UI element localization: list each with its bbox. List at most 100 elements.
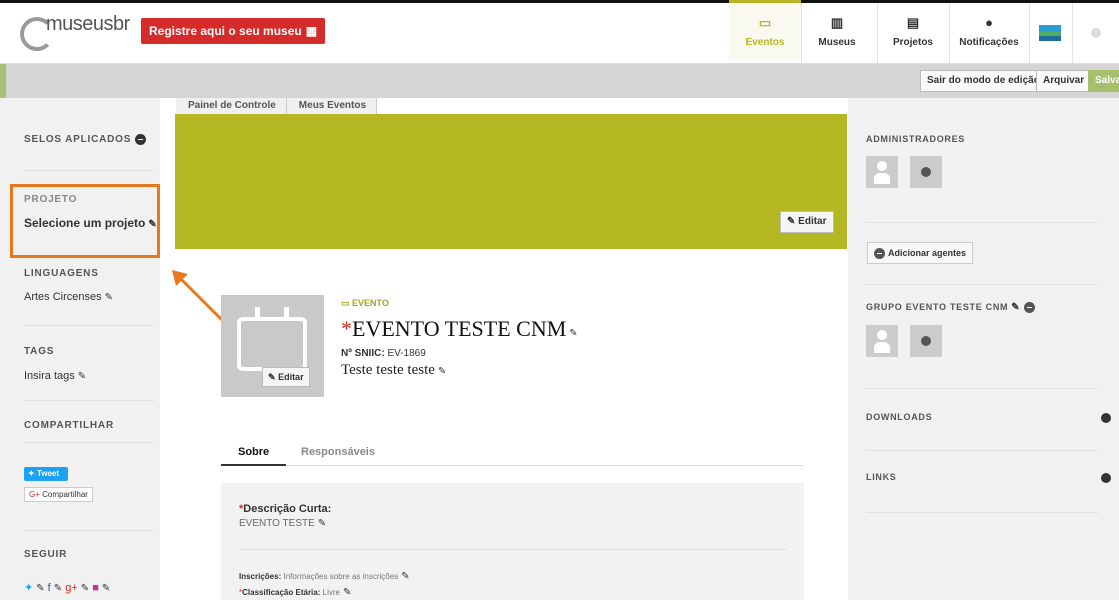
- divider: [866, 450, 1098, 451]
- breadcrumb-item[interactable]: Painel de Controle: [176, 98, 287, 114]
- add-group-member-button[interactable]: [910, 325, 942, 357]
- group-heading: GRUPO EVENTO TESTE CNM ✎: [866, 302, 1036, 314]
- edit-icon: ✎: [437, 366, 447, 377]
- tab-bar: Sobre Responsáveis: [221, 446, 804, 466]
- divider: [866, 388, 1098, 389]
- building-icon: ▦: [305, 24, 318, 38]
- facebook-icon[interactable]: f: [48, 582, 51, 594]
- register-museum-label: Registre aqui o seu museu: [149, 24, 302, 38]
- instagram-icon[interactable]: ■: [92, 582, 99, 594]
- divider: [24, 325, 154, 326]
- divider: [24, 400, 154, 401]
- nav-divider: [1029, 3, 1030, 63]
- administrators-heading: ADMINISTRADORES: [866, 134, 966, 144]
- nav-notificacoes-label: Notificações: [959, 37, 1019, 48]
- edit-icon[interactable]: ✎: [36, 583, 44, 594]
- right-sidebar: ADMINISTRADORES Adicionar agentes GRUPO …: [848, 98, 1119, 600]
- edit-avatar-button[interactable]: ✎ Editar: [262, 367, 310, 387]
- language-flag-icon[interactable]: [1039, 25, 1061, 41]
- highlight-box: [10, 184, 160, 258]
- exit-edit-mode-button[interactable]: Sair do modo de edição: [920, 70, 1047, 92]
- divider: [866, 512, 1098, 513]
- downloads-remove-icon[interactable]: [1101, 413, 1111, 423]
- page-title-text: EVENTO TESTE CNM: [352, 316, 567, 341]
- register-museum-button[interactable]: Registre aqui o seu museu ▦: [141, 18, 326, 44]
- edit-mode-bar: Sair do modo de edição Arquivar Salvar: [0, 64, 1119, 98]
- age-rating-field[interactable]: *Classificação Etária: Livre ✎: [239, 587, 351, 598]
- calendar-icon: ▭: [341, 298, 350, 308]
- admin-avatar[interactable]: [866, 156, 898, 188]
- registrations-field[interactable]: Inscrições: Informações sobre as inscriç…: [239, 571, 410, 582]
- archive-button[interactable]: Arquivar: [1036, 70, 1092, 92]
- edit-icon: ✎: [317, 518, 327, 529]
- registrations-label: Inscrições:: [239, 572, 282, 581]
- languages-field[interactable]: Artes Circenses ✎: [24, 291, 113, 303]
- divider: [866, 222, 1098, 223]
- languages-value: Artes Circenses: [24, 291, 102, 303]
- add-agents-label: Adicionar agentes: [888, 248, 967, 258]
- edit-icon: ✎: [104, 292, 114, 303]
- breadcrumb-item[interactable]: Meus Eventos: [286, 98, 378, 114]
- edit-cover-button[interactable]: ✎ Editar: [780, 211, 834, 233]
- registrations-value: Informações sobre as inscrições: [283, 572, 399, 581]
- twitter-icon[interactable]: ✦: [24, 582, 33, 594]
- divider: [239, 549, 786, 550]
- subtitle-text: Teste teste teste: [341, 362, 435, 378]
- divider: [24, 442, 154, 443]
- short-description-field[interactable]: EVENTO TESTE ✎: [239, 518, 326, 529]
- gplus-share-button[interactable]: G+ Compartilhar: [24, 487, 93, 502]
- nav-museus-label: Museus: [818, 37, 856, 48]
- calendar-icon: ▭: [758, 15, 772, 30]
- seals-heading-label: SELOS APLICADOS: [24, 134, 132, 146]
- group-member-avatar[interactable]: [866, 325, 898, 357]
- short-description-label: *Descrição Curta:: [239, 503, 331, 515]
- nav-projetos[interactable]: ▤ Projetos: [877, 3, 949, 63]
- tweet-button[interactable]: ✦ Tweet: [24, 467, 68, 481]
- edit-icon: ✎: [268, 372, 276, 382]
- follow-heading: SEGUIR: [24, 549, 68, 560]
- entity-type-label: EVENTO: [352, 298, 389, 308]
- share-heading: COMPARTILHAR: [24, 420, 114, 431]
- tags-field[interactable]: Insira tags ✎: [24, 370, 86, 382]
- calendar-icon: [237, 307, 307, 371]
- nav-notificacoes[interactable]: ● Notificações: [949, 3, 1029, 63]
- page-title[interactable]: *EVENTO TESTE CNM ✎: [341, 316, 578, 342]
- sniic-value: EV-1869: [387, 348, 426, 359]
- nav-divider: [1072, 3, 1073, 63]
- languages-heading: LINGUAGENS: [24, 268, 99, 279]
- subtitle[interactable]: Teste teste teste ✎: [341, 362, 446, 379]
- museusbr-logo[interactable]: museusbr: [18, 11, 130, 51]
- nav-eventos[interactable]: ▭ Eventos: [729, 0, 801, 60]
- links-remove-icon[interactable]: [1101, 473, 1111, 483]
- divider: [866, 284, 1098, 285]
- gplus-share-label: Compartilhar: [42, 490, 88, 499]
- remove-seal-icon[interactable]: [135, 134, 147, 145]
- edit-icon: ✎: [787, 216, 796, 227]
- required-marker: *: [341, 316, 352, 341]
- gplus-icon[interactable]: g+: [65, 582, 78, 594]
- nav-museus[interactable]: ▥ Museus: [801, 3, 873, 63]
- edit-icon[interactable]: ✎: [1011, 302, 1020, 313]
- about-panel: *Descrição Curta: EVENTO TESTE ✎ Inscriçõ…: [221, 483, 804, 600]
- save-button[interactable]: Salvar: [1088, 70, 1119, 92]
- add-admin-button[interactable]: [910, 156, 942, 188]
- edit-icon[interactable]: ✎: [102, 583, 110, 594]
- logo-text: museusbr: [46, 13, 130, 35]
- breadcrumb: Painel de Controle Meus Eventos: [176, 98, 378, 114]
- age-rating-label: Classificação Etária:: [242, 588, 321, 597]
- nav-projetos-label: Projetos: [892, 37, 933, 48]
- sniic-label: Nº SNIIC:: [341, 348, 385, 359]
- museum-icon: ▥: [830, 15, 844, 30]
- user-menu-icon[interactable]: [1091, 28, 1101, 38]
- tab-sobre[interactable]: Sobre: [221, 446, 287, 466]
- short-description-label-text: Descrição Curta:: [243, 503, 332, 515]
- edit-icon: ✎: [569, 328, 578, 339]
- tab-responsaveis[interactable]: Responsáveis: [284, 446, 392, 466]
- edit-icon: ✎: [77, 371, 87, 382]
- entity-type: ▭ EVENTO: [341, 298, 389, 309]
- edit-icon[interactable]: ✎: [81, 583, 89, 594]
- edit-cover-label: Editar: [798, 216, 827, 227]
- add-agents-button[interactable]: Adicionar agentes: [867, 242, 974, 264]
- remove-group-icon[interactable]: [1024, 302, 1036, 314]
- edit-icon[interactable]: ✎: [54, 583, 62, 594]
